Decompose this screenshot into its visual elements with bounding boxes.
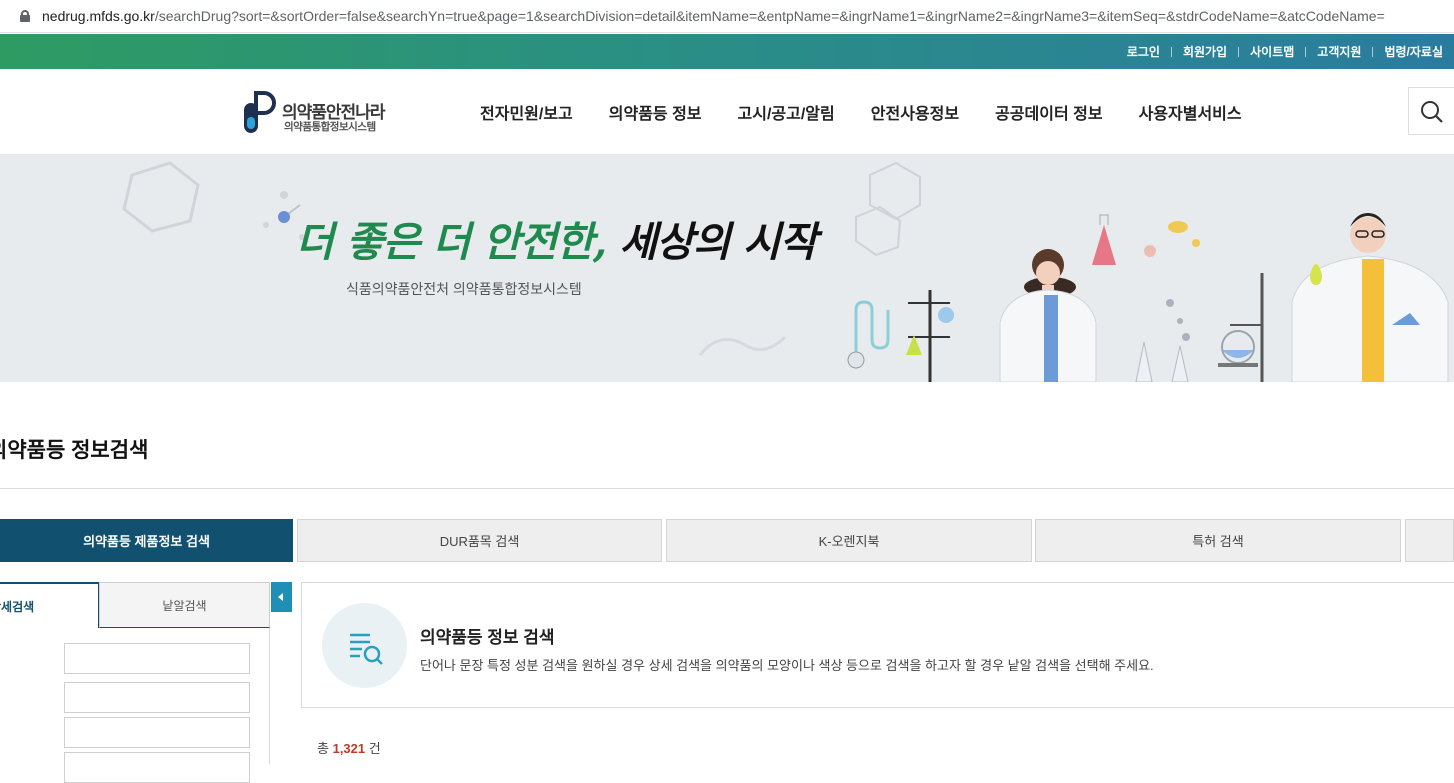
utility-links: 로그인 회원가입 사이트맵 고객지원 법령/자료실 [1116, 34, 1454, 69]
info-circle [322, 603, 407, 688]
lock-icon [20, 10, 30, 22]
result-count: 총 1,321 건 [317, 741, 381, 756]
login-link[interactable]: 로그인 [1116, 43, 1171, 60]
hero-banner: 더 좋은 더 안전한, 세상의 시작 식품의약품안전처 의약품통합정보시스템 [0, 155, 1454, 382]
logo-subtitle: 의약품통합정보시스템 [284, 121, 376, 133]
search-icon [1421, 101, 1443, 123]
nav-item-safety-info[interactable]: 안전사용정보 [871, 100, 959, 124]
support-link[interactable]: 고객지원 [1306, 43, 1372, 60]
tab-k-orange-book[interactable]: K-오렌지북 [666, 519, 1032, 562]
banner-slogan: 더 좋은 더 안전한, 세상의 시작 [296, 218, 817, 266]
tab-detail-search[interactable]: 상세검색 [0, 582, 99, 628]
divider [0, 488, 1454, 489]
nav-item-notices[interactable]: 고시/공고/알림 [738, 100, 835, 124]
main-nav: 전자민원/보고 의약품등 정보 고시/공고/알림 안전사용정보 공공데이터 정보… [480, 69, 1278, 155]
search-form-panel [0, 628, 270, 783]
tab-pill-search[interactable]: 낱알검색 [99, 582, 270, 628]
sitemap-link[interactable]: 사이트맵 [1239, 43, 1305, 60]
nav-item-e-petition[interactable]: 전자민원/보고 [480, 100, 573, 124]
search-mode-tabs: 상세검색 낱알검색 [0, 582, 292, 628]
signup-link[interactable]: 회원가입 [1172, 43, 1238, 60]
page-title: 의약품등 정보검색 [0, 439, 149, 462]
search-field-4[interactable] [64, 752, 250, 783]
panel-collapse-button[interactable] [271, 582, 292, 612]
info-description: 단어나 문장 특정 성분 검색을 원하실 경우 상세 검색을 의약품의 모양이나… [420, 658, 1154, 673]
banner-illustration [122, 161, 1449, 382]
utility-bar: 로그인 회원가입 사이트맵 고객지원 법령/자료실 [0, 34, 1454, 69]
site-logo[interactable]: 의약품안전나라 의약품통합정보시스템 [242, 89, 412, 135]
tab-product-info-search[interactable]: 의약품등 제품정보 검색 [0, 519, 293, 562]
nav-item-drug-info[interactable]: 의약품등 정보 [609, 100, 702, 124]
document-search-icon [350, 633, 383, 665]
law-archive-link[interactable]: 법령/자료실 [1373, 43, 1454, 60]
search-info-box: 의약품등 정보 검색 단어나 문장 특정 성분 검색을 원하실 경우 상세 검색… [301, 582, 1454, 708]
search-field-1[interactable] [64, 643, 250, 674]
url-text[interactable]: nedrug.mfds.go.kr/searchDrug?sort=&sortO… [42, 8, 1385, 24]
tab-more[interactable] [1405, 519, 1454, 562]
site-header: 의약품안전나라 의약품통합정보시스템 전자민원/보고 의약품등 정보 고시/공고… [0, 69, 1454, 155]
search-field-3[interactable] [64, 717, 250, 748]
nav-item-user-services[interactable]: 사용자별서비스 [1139, 100, 1242, 124]
nav-item-public-data[interactable]: 공공데이터 정보 [995, 100, 1103, 124]
search-button[interactable] [1408, 87, 1454, 135]
search-field-2[interactable] [64, 682, 250, 713]
result-count-number: 1,321 [332, 741, 366, 756]
tab-patent-search[interactable]: 특허 검색 [1035, 519, 1401, 562]
logo-mark-icon [244, 91, 276, 133]
banner-subtitle: 식품의약품안전처 의약품통합정보시스템 [346, 281, 582, 297]
browser-address-bar[interactable]: nedrug.mfds.go.kr/searchDrug?sort=&sortO… [0, 0, 1454, 33]
info-title: 의약품등 정보 검색 [420, 628, 555, 647]
tab-dur-search[interactable]: DUR품목 검색 [297, 519, 662, 562]
